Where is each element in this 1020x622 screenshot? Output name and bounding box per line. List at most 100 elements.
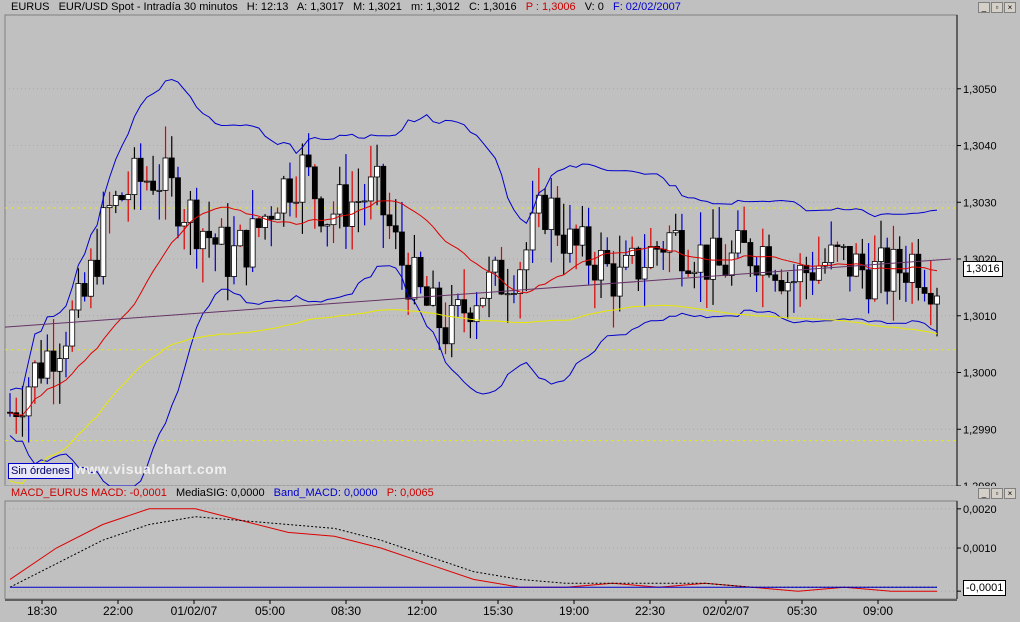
candle-body	[511, 293, 517, 295]
candle-body	[56, 358, 63, 372]
y-tick-label: 1,2990	[963, 424, 997, 436]
candle-body	[69, 309, 76, 347]
candle-body	[884, 247, 891, 292]
candle-body	[672, 230, 679, 234]
candle-body	[759, 246, 766, 276]
candle-body	[87, 259, 94, 297]
candle-body	[75, 283, 82, 311]
candle-body	[915, 253, 922, 288]
candle-body	[156, 189, 163, 192]
candle-body	[405, 264, 412, 300]
candle-body	[647, 246, 654, 268]
candle-body	[735, 230, 741, 254]
candle-body	[809, 272, 816, 281]
plot-frame	[4, 14, 958, 486]
time-tick-label: 18:30	[27, 604, 57, 618]
candle-body	[299, 154, 306, 203]
candle-body	[542, 194, 548, 230]
candle-body	[498, 259, 505, 295]
candle-body	[287, 178, 293, 203]
y-tick-label: 1,3030	[963, 197, 997, 209]
candle-body	[728, 252, 735, 276]
candle-body	[280, 178, 287, 214]
candle-body	[436, 287, 443, 329]
candle-body	[274, 212, 281, 220]
candle-body	[486, 271, 492, 299]
time-tick-label: 22:00	[103, 604, 133, 618]
candle-body	[231, 245, 237, 277]
candle-body	[25, 386, 32, 417]
candle-body	[573, 228, 580, 246]
time-tick-label: 09:00	[863, 604, 893, 618]
candle-body	[623, 255, 629, 268]
candle-body	[784, 282, 791, 292]
candle-body	[311, 166, 318, 200]
time-tick-label: 19:00	[559, 604, 589, 618]
candle-body	[106, 205, 113, 209]
last-macd-tag: -0,0001	[963, 580, 1007, 596]
candle-body	[212, 237, 219, 245]
moving-average-line	[9, 200, 938, 416]
candle-body	[778, 280, 785, 292]
candle-body	[386, 214, 393, 227]
candle-body	[361, 200, 368, 203]
candle-body	[318, 198, 324, 227]
macd-y-tick-label: 0,0020	[963, 504, 997, 516]
price-pane[interactable]: EURUS EUR/USD Spot - Intradía 30 minutos…	[0, 0, 1020, 486]
candle-body	[336, 184, 343, 215]
sin-ordenes-label[interactable]: Sin órdenes	[8, 463, 73, 479]
candle-body	[548, 197, 555, 230]
long-moving-average-line	[9, 304, 938, 484]
candle-body	[224, 226, 231, 277]
candle-body	[119, 195, 125, 201]
candle-body	[175, 177, 181, 227]
candle-body	[423, 286, 430, 306]
candle-body	[343, 184, 349, 227]
y-tick-label: 1,3050	[963, 84, 997, 96]
candle-body	[380, 165, 387, 216]
candle-body	[44, 350, 51, 379]
candle-body	[243, 229, 250, 268]
candle-body	[367, 176, 374, 202]
candle-body	[791, 281, 797, 284]
chart-window: EURUS EUR/USD Spot - Intradía 30 minutos…	[0, 0, 1020, 619]
candle-body	[616, 266, 623, 297]
candle-body	[19, 415, 26, 418]
candle-body	[859, 253, 866, 271]
time-tick-label: 02/02/07	[703, 604, 750, 618]
candle-body	[554, 197, 561, 236]
candle-body	[865, 269, 872, 300]
candle-body	[455, 299, 461, 306]
candle-body	[834, 244, 841, 247]
candle-body	[909, 253, 916, 283]
candle-body	[38, 362, 45, 379]
candle-body	[591, 264, 598, 281]
candle-body	[766, 246, 772, 276]
candle-body	[753, 265, 760, 276]
candle-body	[355, 201, 362, 203]
candle-body	[392, 225, 399, 233]
candle-body	[100, 207, 107, 277]
candle-body	[641, 266, 648, 280]
macd-chart: 0,0020 0,0010	[4, 500, 997, 599]
candle-body	[150, 180, 156, 191]
time-axis-svg: 18:30 22:00 01/02/07 05:00 08:30 12:00 15:30 19…	[5, 599, 957, 618]
candle-body	[137, 157, 144, 182]
candle-body	[579, 226, 586, 246]
candle-body	[523, 249, 530, 271]
candle-body	[722, 264, 729, 276]
candle-body	[666, 232, 673, 253]
time-tick-label: 12:00	[407, 604, 437, 618]
candle-body	[840, 246, 847, 248]
candle-body	[896, 248, 903, 274]
candle-body	[902, 272, 909, 283]
candle-body	[193, 199, 200, 250]
candle-body	[504, 293, 511, 296]
candle-body	[629, 247, 636, 256]
signal-line	[9, 516, 937, 588]
macd-pane[interactable]: MACD_EURUS MACD: -0,0001 MediaSIG: 0,000…	[0, 486, 1020, 599]
candle-body	[878, 247, 884, 262]
bollinger-lower	[9, 265, 938, 486]
candle-body	[237, 229, 244, 247]
time-tick-label: 08:30	[331, 604, 361, 618]
